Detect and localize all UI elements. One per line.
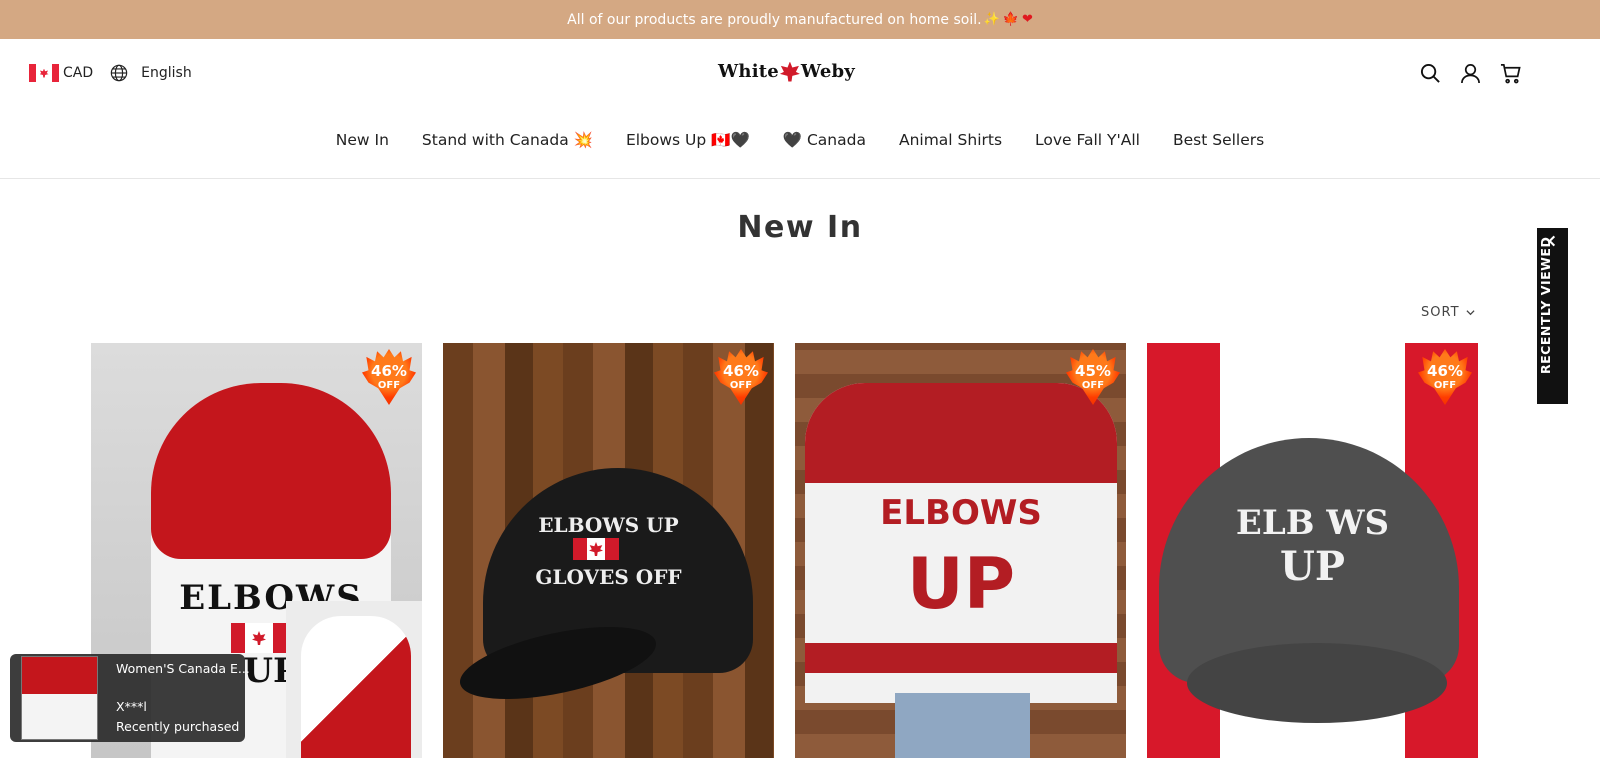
nav-item-best-sellers[interactable]: Best Sellers [1173, 131, 1264, 149]
site-logo[interactable]: White Weby [718, 61, 855, 82]
announcement-bar: All of our products are proudly manufact… [0, 0, 1600, 39]
discount-percent: 46% [723, 362, 759, 380]
product-thumbnail [21, 656, 98, 740]
discount-badge: 46% OFF [714, 349, 768, 405]
sort-label: SORT [1421, 305, 1460, 320]
product-art-text: UP [906, 543, 1016, 625]
site-header: CAD English White Weby [0, 39, 1600, 111]
discount-badge: 45% OFF [1066, 349, 1120, 405]
nav-item-new-in[interactable]: New In [336, 131, 389, 149]
nav-item-love-fall[interactable]: Love Fall Y'All [1035, 131, 1140, 149]
nav-item-stand-with-canada[interactable]: Stand with Canada 💥 [422, 131, 593, 149]
jeans-image [895, 693, 1030, 758]
recently-viewed-label: RECENTLY VIEWED [1538, 236, 1553, 374]
product-grid: ELBOWS UP 46% OFF ELBOWS UP GLOVES OFF 4… [91, 343, 1478, 758]
announcement-emojis: ✨ 🍁 ❤ [984, 12, 1033, 27]
product-art-text: GLOVES OFF [535, 565, 682, 589]
maple-leaf-icon [779, 61, 800, 82]
nav-item-canada[interactable]: 🖤 Canada [783, 131, 866, 149]
popup-product-name: Women'S Canada E... [116, 661, 250, 676]
discount-percent: 46% [1427, 362, 1463, 380]
canada-flag-icon [573, 538, 619, 560]
cap-brim [1187, 643, 1447, 723]
canada-flag-icon [231, 623, 287, 653]
discount-badge: 46% OFF [1418, 349, 1472, 405]
sweatshirt-image: ELBOWS UP [805, 383, 1117, 703]
discount-percent: 45% [1075, 362, 1111, 380]
account-icon[interactable] [1460, 63, 1481, 84]
cart-icon[interactable] [1500, 63, 1521, 84]
globe-icon [110, 64, 128, 82]
sparkle-icon: ✨ [983, 12, 1000, 27]
locale-selector: CAD English [29, 64, 192, 82]
product-art-text: ELBOWS [880, 493, 1042, 533]
discount-off-label: OFF [729, 380, 753, 391]
main-nav: New In Stand with Canada 💥 Elbows Up 🇨🇦🖤… [0, 131, 1600, 149]
discount-off-label: OFF [1433, 380, 1457, 391]
heart-icon: ❤ [1021, 12, 1033, 27]
popup-buyer: X***l [116, 699, 147, 714]
product-card[interactable]: ELBOWS UP GLOVES OFF 46% OFF [443, 343, 774, 758]
logo-text-right: Weby [800, 61, 855, 82]
nav-item-elbows-up[interactable]: Elbows Up 🇨🇦🖤 [626, 131, 750, 149]
product-card[interactable]: ELBOWS UP 45% OFF [795, 343, 1126, 758]
product-art-text: ELBOWS UP [538, 513, 679, 537]
sort-dropdown[interactable]: SORT [1421, 305, 1475, 320]
logo-text-left: White [718, 61, 779, 82]
maple-leaf-icon: 🍁 [1002, 12, 1019, 27]
popup-status: Recently purchased [116, 719, 240, 734]
page-title: New In [737, 210, 863, 245]
recent-purchase-popup[interactable]: Women'S Canada E... X***l Recently purch… [10, 654, 250, 742]
recently-viewed-tab[interactable]: RECENTLY VIEWED [1537, 228, 1568, 404]
product-art-text: UP [1280, 543, 1345, 590]
discount-off-label: OFF [377, 380, 401, 391]
canada-flag-icon [29, 64, 59, 82]
product-inset-image [286, 601, 422, 758]
language-selector[interactable]: English [141, 65, 192, 81]
header-divider [0, 178, 1600, 179]
currency-selector[interactable]: CAD [63, 65, 93, 81]
product-art-text: ELB WS [1235, 503, 1390, 543]
chevron-down-icon [1465, 310, 1475, 316]
product-card[interactable]: ELB WS UP 46% OFF [1147, 343, 1478, 758]
search-icon[interactable] [1420, 63, 1441, 84]
discount-percent: 46% [371, 362, 407, 380]
announcement-text: All of our products are proudly manufact… [567, 11, 982, 28]
discount-badge: 46% OFF [362, 349, 416, 405]
discount-off-label: OFF [1081, 380, 1105, 391]
header-icons [1420, 63, 1521, 84]
nav-item-animal-shirts[interactable]: Animal Shirts [899, 131, 1002, 149]
